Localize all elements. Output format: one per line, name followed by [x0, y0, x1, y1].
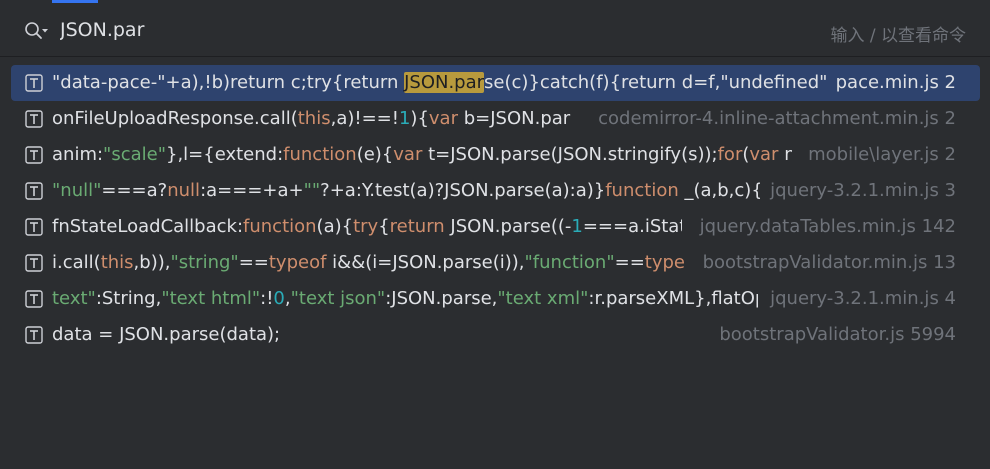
text-t-icon	[25, 182, 43, 200]
code-token: },l={extend:	[166, 144, 284, 165]
text-t-icon	[25, 254, 43, 272]
result-code-snippet: onFileUploadResponse.call(this,a)!==!1){…	[52, 101, 582, 137]
code-token: :!	[260, 288, 274, 309]
code-token: null	[167, 180, 201, 201]
code-token: ===a.iState	[582, 216, 682, 237]
result-file-location: bootstrapValidator.min.js 13	[702, 252, 956, 273]
result-row[interactable]: onFileUploadResponse.call(this,a)!==!1){…	[11, 101, 980, 137]
code-token: "scale"	[103, 144, 166, 165]
code-token: :String,	[95, 288, 162, 309]
result-code-snippet: fnStateLoadCallback:function(a){try{retu…	[52, 209, 682, 245]
code-token: t=JSON.parse(JSON.stringify(s));	[422, 144, 718, 165]
code-token: i&&(i=JSON.parse(i)),	[326, 252, 525, 273]
code-token: (a){	[316, 216, 354, 237]
text-t-icon	[25, 146, 43, 164]
code-token: "function"	[524, 252, 615, 273]
code-token: function	[605, 180, 679, 201]
code-token: JSON.parse((-	[444, 216, 572, 237]
text-t-icon	[25, 326, 43, 344]
code-token: ){	[410, 108, 429, 129]
code-token: 1	[398, 108, 411, 129]
code-token: function	[243, 216, 317, 237]
result-row[interactable]: fnStateLoadCallback:function(a){try{retu…	[11, 209, 980, 245]
code-token: "null"	[52, 180, 102, 201]
code-token: :JSON.parse,	[385, 288, 498, 309]
text-t-icon	[25, 74, 43, 92]
active-tab-indicator	[52, 0, 98, 3]
result-row[interactable]: "null"===a?null:a===+a+""?+a:Y.test(a)?J…	[11, 173, 980, 209]
result-file-location: codemirror-4.inline-attachment.min.js 2	[598, 108, 956, 129]
code-token: this	[100, 252, 134, 273]
code-token: "data-pace-"+a),!b)return c;try{return	[52, 72, 405, 93]
results-list: "data-pace-"+a),!b)return c;try{return J…	[11, 65, 980, 353]
code-token: onFileUploadResponse.call(	[52, 108, 298, 129]
code-token: se(c)}catch(f){return d=f,"undefined"	[484, 72, 828, 93]
code-token: var	[393, 144, 423, 165]
result-file-location: bootstrapValidator.js 5994	[719, 324, 956, 345]
match-highlight: JSON.par	[404, 72, 485, 93]
result-code-snippet: text":String,"text html":!0,"text json":…	[52, 281, 758, 317]
result-code-snippet: anim:"scale"},l={extend:function(e){var …	[52, 137, 792, 173]
code-token: fnStateLoadCallback:	[52, 216, 244, 237]
search-hint: 输入 / 以查看命令	[830, 26, 966, 46]
text-t-icon	[25, 218, 43, 236]
search-bar: 输入 / 以查看命令	[0, 4, 990, 57]
code-token: function	[283, 144, 357, 165]
code-token: var	[428, 108, 458, 129]
text-t-icon	[25, 110, 43, 128]
code-token: i.call(	[52, 252, 101, 273]
code-token: b=JSON.par	[458, 108, 571, 129]
code-token: 0	[273, 288, 285, 309]
code-token: text"	[52, 288, 96, 309]
code-token: ,a)!==!	[330, 108, 399, 129]
code-token: "text xml"	[497, 288, 589, 309]
result-file-location: jquery.dataTables.min.js 142	[699, 216, 956, 237]
code-token: try	[353, 216, 379, 237]
code-token: {	[378, 216, 390, 237]
result-file-location: jquery-3.2.1.min.js 4	[770, 288, 956, 309]
code-token: ""	[303, 180, 321, 201]
result-file-location: jquery-3.2.1.min.js 3	[770, 180, 956, 201]
code-token: ,b)),	[133, 252, 171, 273]
code-token: return	[389, 216, 445, 237]
result-row[interactable]: data = JSON.parse(data); bootstrapValidat…	[11, 317, 980, 353]
code-token: this	[297, 108, 331, 129]
code-token: "text html"	[161, 288, 261, 309]
code-token: anim:	[52, 144, 104, 165]
result-code-snippet: "data-pace-"+a),!b)return c;try{return J…	[52, 65, 832, 101]
result-row[interactable]: i.call(this,b)),"string"==typeof i&&(i=J…	[11, 245, 980, 281]
code-token: ?+a:Y.test(a)?JSON.parse(a):a)}	[320, 180, 606, 201]
code-token: (e){	[356, 144, 394, 165]
code-token: var	[749, 144, 779, 165]
search-history-icon[interactable]	[24, 21, 50, 41]
code-token: ===a?	[101, 180, 168, 201]
result-file-location: pace.min.js 2	[835, 72, 956, 93]
code-token: n	[784, 144, 792, 165]
result-code-snippet: "null"===a?null:a===+a+""?+a:Y.test(a)?J…	[52, 173, 760, 209]
code-token: "text json"	[290, 288, 386, 309]
result-row[interactable]: "data-pace-"+a),!b)return c;try{return J…	[11, 65, 980, 101]
result-row[interactable]: anim:"scale"},l={extend:function(e){var …	[11, 137, 980, 173]
search-everywhere-popup: 输入 / 以查看命令 "data-pace-"+a),!b)return c;t…	[0, 0, 990, 469]
code-token: ==	[614, 252, 645, 273]
code-token: "string"	[170, 252, 239, 273]
result-file-location: mobile\layer.js 2	[808, 144, 956, 165]
search-input[interactable]	[60, 14, 660, 46]
code-token: _(a,b,c){	[678, 180, 760, 201]
text-t-icon	[25, 290, 43, 308]
code-token: typeof	[268, 252, 327, 273]
code-token: data = JSON.parse(data);	[52, 324, 281, 345]
code-token: :r.parseXML},flatOpt	[588, 288, 758, 309]
result-code-snippet: i.call(this,b)),"string"==typeof i&&(i=J…	[52, 245, 686, 281]
code-token: typeof	[644, 252, 686, 273]
result-row[interactable]: text":String,"text html":!0,"text json":…	[11, 281, 980, 317]
result-code-snippet: data = JSON.parse(data);	[52, 317, 692, 353]
code-token: ==	[238, 252, 269, 273]
code-token: for	[717, 144, 743, 165]
code-token: 1	[571, 216, 583, 237]
code-token: :a===+a+	[200, 180, 304, 201]
